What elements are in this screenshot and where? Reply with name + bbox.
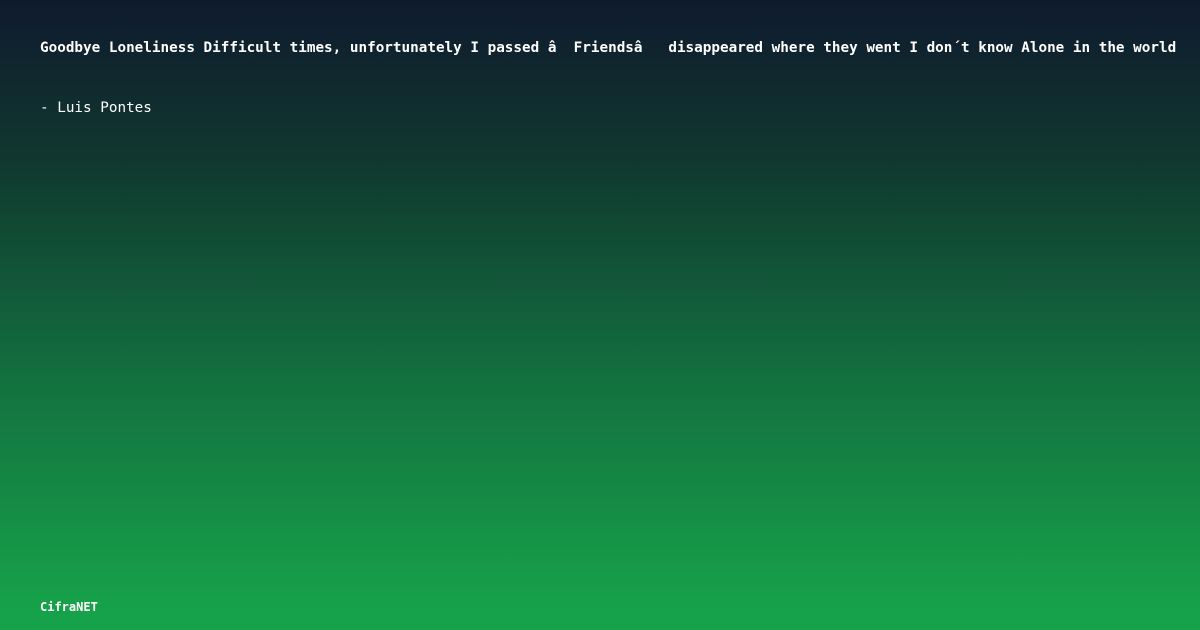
quote-author: - Luis Pontes: [40, 100, 152, 116]
brand-logo-text: CifraNET: [40, 600, 98, 614]
quote-text: Goodbye Loneliness Difficult times, unfo…: [40, 40, 1177, 56]
